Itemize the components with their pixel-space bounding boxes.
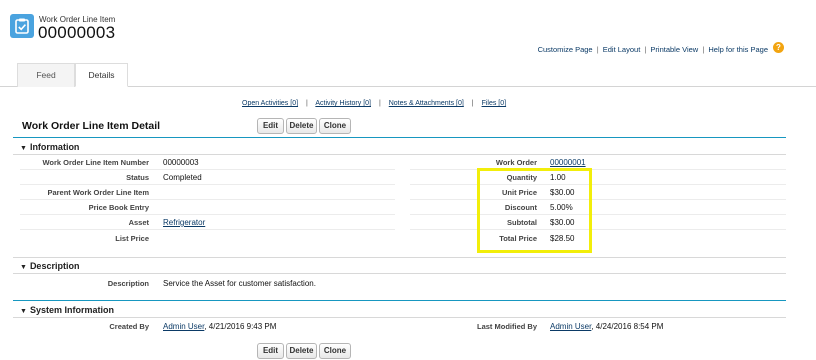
asset-link[interactable]: Refrigerator xyxy=(163,218,205,227)
section-divider xyxy=(13,300,786,301)
pricing-highlight-box xyxy=(477,168,592,253)
edit-button-bottom[interactable]: Edit xyxy=(257,343,284,359)
separator: | xyxy=(596,45,599,54)
section-divider xyxy=(13,154,786,155)
activity-history-link[interactable]: Activity History [0] xyxy=(315,100,371,107)
separator: | xyxy=(471,100,474,107)
field-label: Description xyxy=(107,279,149,288)
field-value: 00000003 xyxy=(163,158,199,167)
detail-divider xyxy=(13,137,786,138)
field-label: Created By xyxy=(109,322,149,331)
notes-attachments-link[interactable]: Notes & Attachments [0] xyxy=(389,100,464,107)
row-divider xyxy=(20,169,395,170)
created-by-value: Admin User, 4/21/2016 9:43 PM xyxy=(163,322,276,331)
printable-view-link[interactable]: Printable View xyxy=(650,45,698,54)
system-information-heading: System Information xyxy=(29,305,114,315)
related-list-links: Open Activities [0] | Activity History [… xyxy=(242,100,506,107)
collapse-triangle-icon: ▼ xyxy=(20,264,27,271)
description-section-header[interactable]: ▼ Description xyxy=(20,261,79,271)
open-activities-link[interactable]: Open Activities [0] xyxy=(242,100,298,107)
help-page-link[interactable]: Help for this Page xyxy=(708,45,768,54)
description-heading: Description xyxy=(29,261,80,271)
separator: | xyxy=(305,100,308,107)
clone-button[interactable]: Clone xyxy=(319,118,351,134)
field-label: Parent Work Order Line Item xyxy=(47,188,149,197)
row-divider xyxy=(410,184,786,185)
field-label: List Price xyxy=(115,234,149,243)
modified-date: , 4/24/2016 8:54 PM xyxy=(591,322,664,331)
field-value: Completed xyxy=(163,173,202,182)
information-section-header[interactable]: ▼ Information xyxy=(20,142,79,152)
record-name: 00000003 xyxy=(38,23,116,42)
row-divider xyxy=(20,229,395,230)
row-divider xyxy=(20,184,395,185)
section-divider xyxy=(13,257,786,258)
separator: | xyxy=(644,45,647,54)
edit-layout-link[interactable]: Edit Layout xyxy=(603,45,641,54)
field-label: Work Order xyxy=(495,158,537,167)
row-divider xyxy=(410,214,786,215)
page-links: Customize Page | Edit Layout | Printable… xyxy=(538,45,768,54)
created-by-user-link[interactable]: Admin User xyxy=(163,322,204,331)
separator: | xyxy=(378,100,381,107)
edit-button[interactable]: Edit xyxy=(257,118,284,134)
row-divider xyxy=(410,229,786,230)
information-heading: Information xyxy=(29,142,80,152)
customize-page-link[interactable]: Customize Page xyxy=(538,45,593,54)
section-divider xyxy=(13,273,786,274)
field-label: Last Modified By xyxy=(476,322,537,331)
collapse-triangle-icon: ▼ xyxy=(20,308,27,315)
modified-by-user-link[interactable]: Admin User xyxy=(550,322,591,331)
description-value: Service the Asset for customer satisfact… xyxy=(163,279,316,288)
delete-button[interactable]: Delete xyxy=(286,118,317,134)
collapse-triangle-icon: ▼ xyxy=(20,145,27,152)
modified-by-value: Admin User, 4/24/2016 8:54 PM xyxy=(550,322,663,331)
delete-button-bottom[interactable]: Delete xyxy=(286,343,317,359)
separator: | xyxy=(702,45,705,54)
field-label: Price Book Entry xyxy=(88,203,149,212)
detail-section-title: Work Order Line Item Detail xyxy=(22,120,161,132)
row-divider xyxy=(410,169,786,170)
tab-details[interactable]: Details xyxy=(75,63,128,87)
row-divider xyxy=(20,214,395,215)
system-information-section-header[interactable]: ▼ System Information xyxy=(20,305,114,315)
work-order-line-item-icon xyxy=(10,14,34,38)
clone-button-bottom[interactable]: Clone xyxy=(319,343,351,359)
field-label: Status xyxy=(126,173,149,182)
row-divider xyxy=(410,199,786,200)
work-order-link[interactable]: 00000001 xyxy=(550,158,586,167)
help-icon[interactable]: ? xyxy=(773,42,784,53)
section-divider xyxy=(13,317,786,318)
files-link[interactable]: Files [0] xyxy=(482,100,507,107)
field-label: Asset xyxy=(128,218,149,227)
row-divider xyxy=(20,199,395,200)
created-date: , 4/21/2016 9:43 PM xyxy=(204,322,277,331)
tab-feed[interactable]: Feed xyxy=(17,63,75,87)
field-label: Work Order Line Item Number xyxy=(42,158,149,167)
